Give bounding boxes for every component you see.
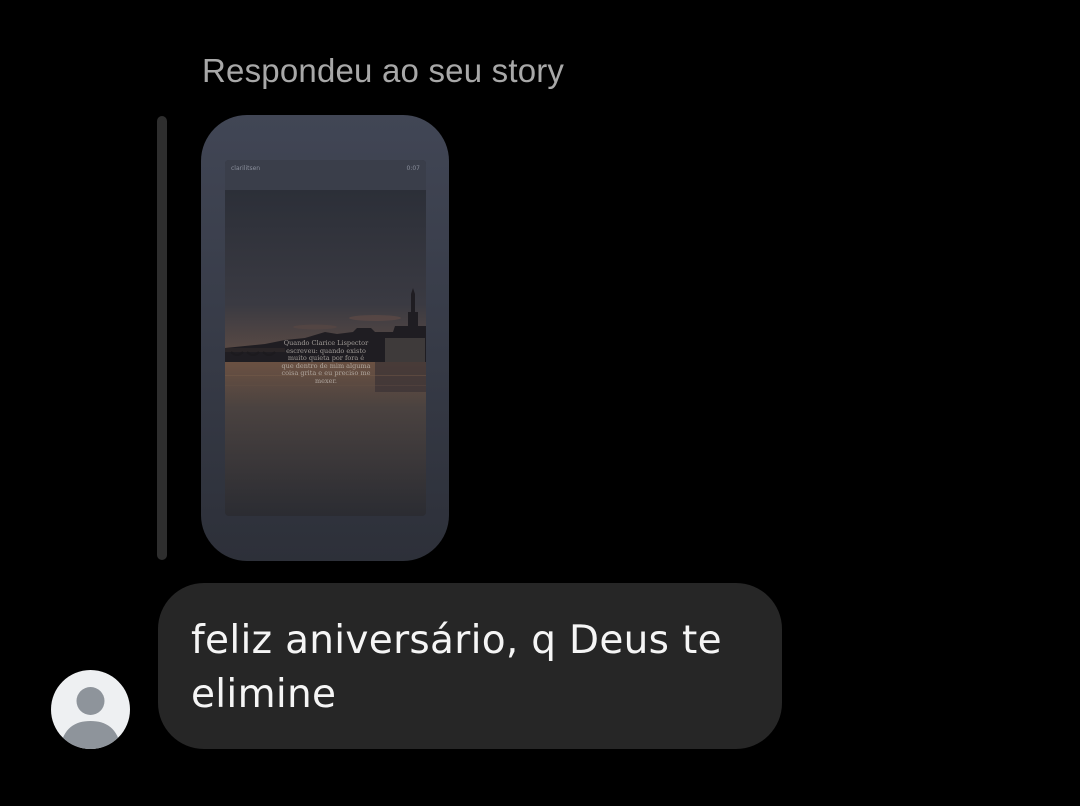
message-text: feliz aniversário, q Deus te elimine <box>191 618 722 717</box>
story-username: clarilitsen <box>231 165 261 172</box>
chat-screen: Respondeu ao seu story clarilitsen 0:07 <box>0 0 1080 806</box>
message-bubble[interactable]: feliz aniversário, q Deus te elimine <box>158 583 782 749</box>
story-reply-caption: Respondeu ao seu story <box>202 52 565 89</box>
story-quote-text: Quando Clarice Lispector escreveu: quand… <box>281 339 371 385</box>
default-user-icon <box>60 687 121 749</box>
reply-quote-bar <box>157 116 167 560</box>
story-preview[interactable]: clarilitsen 0:07 Quando Clarice Lispecto… <box>201 115 449 561</box>
story-header: clarilitsen 0:07 <box>225 160 426 190</box>
story-timestamp: 0:07 <box>406 165 420 172</box>
sender-avatar[interactable] <box>51 670 130 749</box>
story-thumbnail: clarilitsen 0:07 Quando Clarice Lispecto… <box>225 160 426 516</box>
